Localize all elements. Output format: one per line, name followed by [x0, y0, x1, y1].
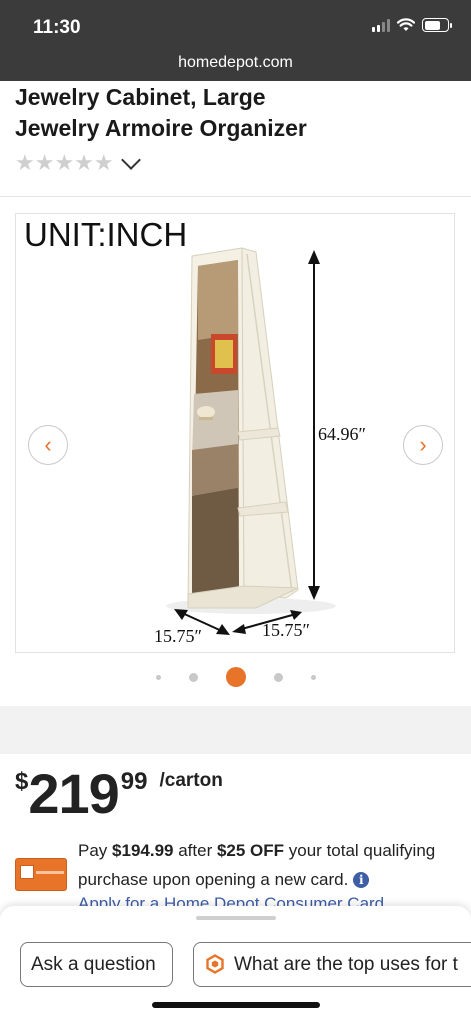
width-label: 15.75″: [154, 626, 202, 646]
rating-stars: ★★★★★: [15, 150, 114, 175]
chevron-right-icon: ›: [419, 432, 427, 457]
price: $ 219 99 /carton: [15, 764, 223, 824]
price-cents: 99: [120, 768, 148, 795]
wifi-icon: [397, 18, 415, 31]
status-icons: [372, 18, 452, 32]
section-divider: [0, 706, 471, 754]
signal-icon: [372, 18, 390, 32]
chevron-down-icon: [120, 150, 141, 170]
promo-discount: $25 OFF: [216, 841, 285, 860]
url-bar[interactable]: homedepot.com: [0, 50, 471, 81]
status-bar: 11:30: [0, 0, 471, 50]
ask-question-chip[interactable]: Ask a question: [20, 942, 173, 987]
cabinet-illustration: [166, 247, 336, 635]
promo-pay-prefix: Pay: [78, 841, 113, 860]
price-unit: /carton: [159, 770, 223, 791]
depth-label: 15.75″: [262, 620, 310, 640]
price-currency: $: [15, 768, 29, 795]
product-image[interactable]: UNIT:INCH 64.96″ 15.75″ 15.75″: [15, 213, 455, 653]
battery-icon: [422, 18, 452, 32]
image-gallery: UNIT:INCH 64.96″ 15.75″ 15.75″ ‹ ›: [0, 196, 471, 706]
product-title-line2: Jewelry Armoire Organizer: [15, 115, 307, 141]
carousel-dot[interactable]: [273, 672, 283, 682]
rating-toggle[interactable]: ★★★★★: [15, 150, 141, 176]
hexagon-icon: [206, 954, 224, 974]
status-time: 11:30: [33, 17, 81, 38]
carousel-dot-active[interactable]: [225, 667, 246, 687]
height-label: 64.96″: [318, 424, 366, 444]
credit-card-image: [15, 858, 67, 891]
carousel-dot[interactable]: [310, 674, 316, 680]
sheet-grabber[interactable]: [196, 916, 276, 920]
product-title-line1: Jewelry Cabinet, Large: [15, 84, 266, 110]
carousel-dot[interactable]: [155, 674, 161, 680]
product-title: Jewelry Cabinet, Large Jewelry Armoire O…: [15, 82, 455, 144]
promo-text: Pay $194.99 after $25 OFF your total qua…: [78, 836, 460, 894]
top-uses-chip[interactable]: What are the top uses for t: [193, 942, 471, 987]
info-icon[interactable]: i: [353, 872, 370, 888]
carousel-dot[interactable]: [188, 672, 198, 682]
next-image-button[interactable]: ›: [403, 425, 443, 465]
carousel-dots: [0, 667, 471, 687]
home-indicator: [152, 1002, 320, 1008]
bottom-sheet: Ask a question What are the top uses for…: [0, 906, 471, 1020]
promo-pay-amount: $194.99: [112, 841, 174, 860]
top-uses-label: What are the top uses for t: [234, 954, 458, 975]
promo-after-text: after: [173, 841, 217, 860]
prev-image-button[interactable]: ‹: [28, 425, 68, 465]
chevron-left-icon: ‹: [44, 432, 52, 457]
price-dollars: 219: [28, 762, 119, 825]
